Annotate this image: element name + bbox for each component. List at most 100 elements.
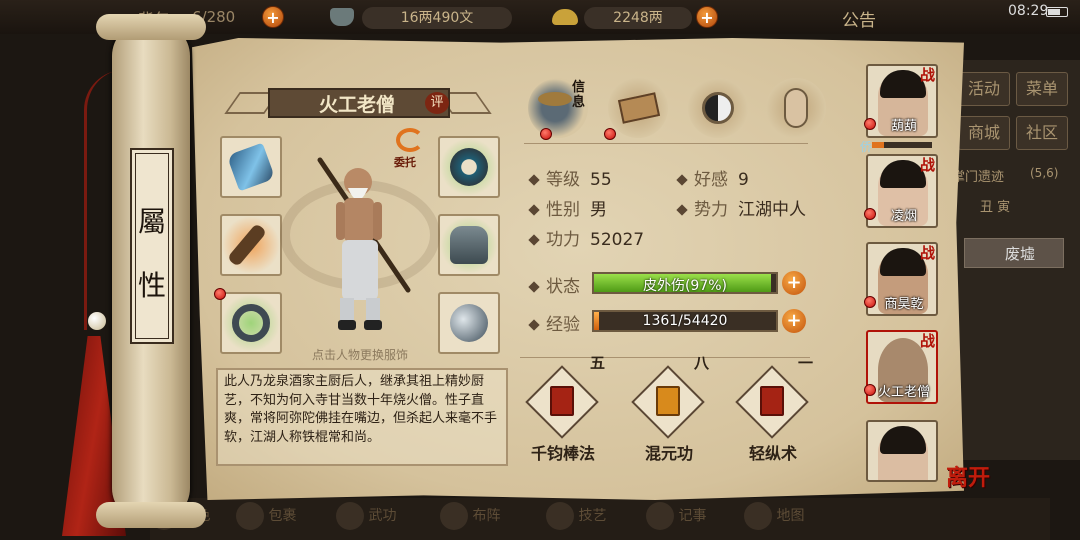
formation-icon (440, 502, 468, 530)
roster-name: 凌烟 (890, 209, 917, 224)
stat-gender: 性别男 (528, 195, 607, 220)
location-button[interactable]: 废墟 (964, 238, 1064, 268)
equip-slot-armor[interactable] (438, 214, 500, 276)
journal-icon (646, 502, 674, 530)
skill-slot-3[interactable] (735, 365, 809, 442)
equip-slot-accessory[interactable] (438, 292, 500, 354)
bottom-nav-formation[interactable]: 布阵 (440, 502, 506, 534)
time-of-day: 丑 寅 (980, 200, 1011, 215)
bag-expand-button[interactable]: + (262, 6, 284, 28)
battle-badge: 战 (920, 66, 936, 84)
change-outfit-hint: 点击人物更换服饰 (311, 348, 408, 362)
martial-icon (336, 502, 364, 530)
ring-slot-alert-dot (214, 288, 226, 300)
exp-bar: 1361/54420 (592, 310, 778, 332)
roster-name: 商昊乾 (884, 297, 924, 312)
bag-icon (236, 502, 264, 530)
roster-name: 葫葫 (890, 119, 917, 134)
roster-name: 火工老僧 (877, 385, 930, 400)
roster-alert-dot (864, 118, 876, 130)
level-value: 55 (590, 170, 612, 190)
activity-button[interactable]: 活动 (958, 72, 1010, 106)
gold-ingot-icon (552, 9, 578, 25)
equip-slot-weapon[interactable] (220, 214, 282, 276)
skills-divider (520, 357, 810, 358)
gold-amount: 2248两 (584, 7, 692, 29)
quest-progress: (5,6) (1030, 166, 1059, 180)
stat-exp-label: 经验 (528, 310, 590, 335)
bracer-icon (226, 142, 276, 192)
entrust-icon[interactable] (396, 128, 424, 152)
battle-badge: 战 (920, 332, 936, 350)
skill-level-2: 八 (694, 354, 710, 372)
tabs-divider (524, 143, 808, 144)
status-bar: 皮外伤(97%) (592, 272, 778, 294)
affinity-value: 9 (738, 170, 749, 190)
stat-power: 功力 52027 (528, 225, 645, 250)
tab-info-alert-dot (540, 128, 552, 140)
power-value: 52027 (590, 230, 645, 250)
status-heal-button[interactable]: + (782, 271, 806, 295)
evaluate-button[interactable]: 评 (425, 92, 449, 114)
stat-level: 等级 55 (528, 165, 612, 190)
status-text: 皮外伤(97%) (642, 278, 728, 294)
gold-recharge-button[interactable]: + (696, 6, 718, 28)
bagua-icon (702, 92, 734, 124)
bottom-nav-bag[interactable]: 包裹 (236, 502, 302, 534)
skill-name-3: 轻纵术 (748, 444, 797, 463)
roster-alert-dot (864, 208, 876, 220)
tab-bagua[interactable] (688, 78, 748, 138)
tab-scroll-alert-dot (604, 128, 616, 140)
roster-progress-bar (872, 142, 932, 148)
battery-icon (1046, 7, 1068, 17)
bullet-diamond-icon (528, 204, 540, 216)
equip-slot-head[interactable] (438, 136, 500, 198)
bullet-diamond-icon (528, 281, 540, 293)
straw-hat-icon (538, 92, 572, 106)
skill-name-1: 千钧棒法 (530, 444, 595, 463)
roster-progress-fill (872, 142, 884, 148)
staff-weapon-icon (226, 222, 268, 268)
battle-badge: 战 (920, 156, 936, 174)
bottom-nav-skills[interactable]: 技艺 (546, 502, 612, 534)
shop-button[interactable]: 商城 (958, 116, 1010, 150)
quest-tracker[interactable]: 掌门遗迹 (952, 166, 1004, 185)
attributes-tab[interactable]: 屬 性 (130, 148, 174, 344)
muscle-figure-icon (784, 88, 808, 128)
stat-status-label: 状态 (528, 272, 590, 297)
gender-value: 男 (590, 200, 607, 220)
tab-meridian[interactable] (766, 78, 826, 138)
bottom-nav-journal[interactable]: 记事 (646, 502, 712, 534)
silver-amount: 16两490文 (362, 7, 512, 29)
notice-button[interactable]: 公告 (842, 6, 876, 31)
portrait-hair (880, 426, 926, 454)
red-book-icon (550, 386, 574, 416)
roster-alert-dot (864, 296, 876, 308)
tab-scroll-book[interactable] (608, 78, 668, 138)
bullet-diamond-icon (676, 174, 688, 186)
equip-slot-bracer[interactable] (220, 136, 282, 198)
character-description: 此人乃龙泉酒家主厨后人，继承其祖上精妙厨艺，不知为何入寺甘当数十年烧火僧。性子直… (216, 368, 508, 466)
menu-button[interactable]: 菜单 (1016, 72, 1068, 106)
attributes-tab-char-2: 性 (137, 269, 166, 302)
bullet-diamond-icon (676, 204, 688, 216)
leave-button[interactable]: 离开 (946, 460, 990, 492)
skill-level-3: 一 (798, 354, 814, 372)
scroll-book-icon (617, 92, 661, 124)
roster-extra-badge: 侨 (860, 140, 873, 154)
orange-book-icon (656, 386, 680, 416)
bottom-nav-map[interactable]: 地图 (744, 502, 810, 534)
community-button[interactable]: 社区 (1016, 116, 1068, 150)
exp-add-button[interactable]: + (782, 309, 806, 333)
skill-slot-1[interactable] (525, 365, 599, 442)
roster-card-5[interactable] (866, 420, 938, 482)
equip-slot-ring[interactable] (220, 292, 282, 354)
scroll-rod-top (96, 14, 206, 40)
ring-icon (232, 304, 270, 342)
skills-icon (546, 502, 574, 530)
character-figure[interactable] (300, 150, 420, 340)
stat-faction: 势力 江湖中人 (676, 195, 806, 220)
bottom-nav-martial[interactable]: 武功 (336, 502, 402, 534)
tab-info-label: 信息 (572, 80, 586, 110)
skill-slot-2[interactable] (631, 365, 705, 442)
